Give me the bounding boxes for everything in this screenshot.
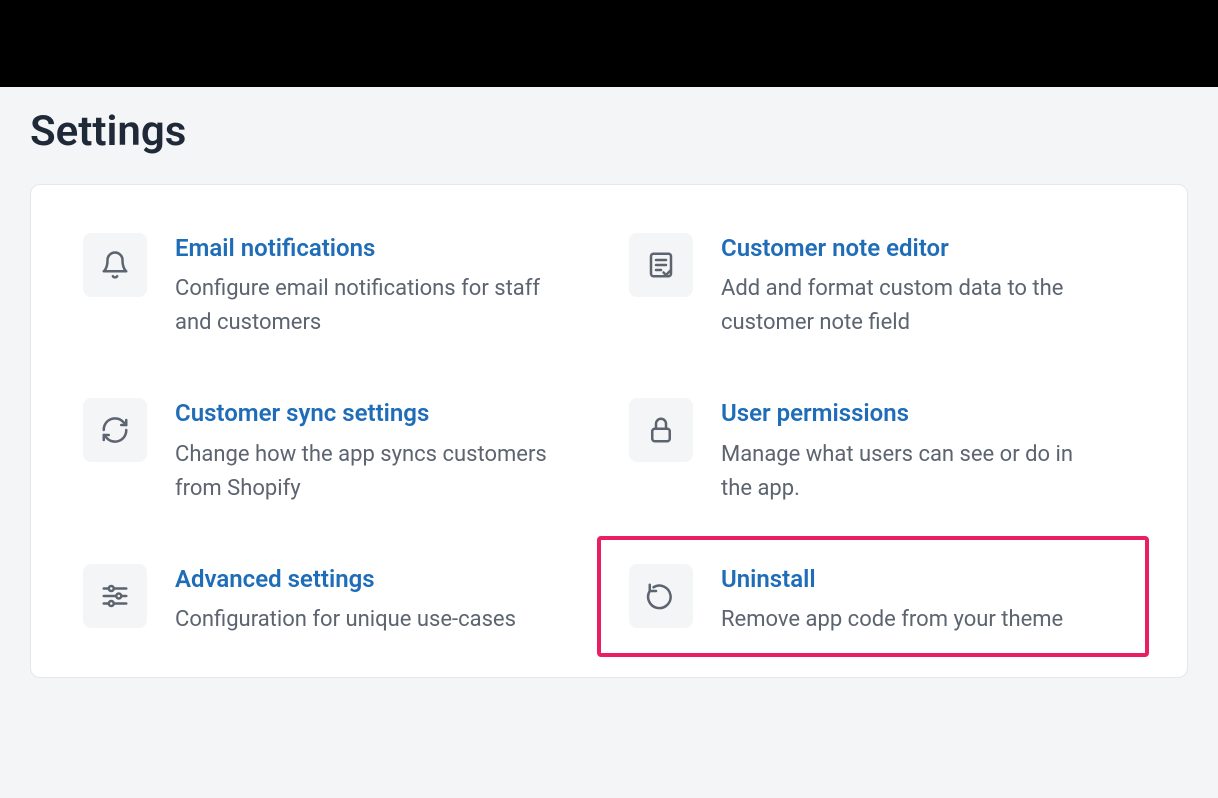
sync-icon [83, 398, 147, 462]
setting-text: Email notifications Configure email noti… [175, 233, 555, 340]
page-title: Settings [30, 107, 1188, 156]
setting-text: Uninstall Remove app code from your them… [721, 564, 1063, 637]
bell-icon [83, 233, 147, 297]
top-bar [0, 0, 1218, 87]
setting-desc: Configuration for unique use-cases [175, 603, 516, 637]
setting-desc: Change how the app syncs customers from … [175, 438, 555, 506]
settings-page: Settings Email notifications Configure e… [0, 87, 1218, 698]
settings-grid: Email notifications Configure email noti… [83, 233, 1135, 637]
settings-card: Email notifications Configure email noti… [30, 184, 1188, 678]
setting-email-notifications[interactable]: Email notifications Configure email noti… [83, 233, 589, 340]
setting-title: Customer sync settings [175, 398, 555, 429]
sliders-icon [83, 564, 147, 628]
setting-text: Advanced settings Configuration for uniq… [175, 564, 516, 637]
setting-user-permissions[interactable]: User permissions Manage what users can s… [629, 398, 1135, 505]
note-icon [629, 233, 693, 297]
setting-desc: Remove app code from your theme [721, 603, 1063, 637]
setting-text: Customer sync settings Change how the ap… [175, 398, 555, 505]
setting-desc: Manage what users can see or do in the a… [721, 438, 1101, 506]
setting-advanced[interactable]: Advanced settings Configuration for uniq… [83, 564, 589, 637]
lock-icon [629, 398, 693, 462]
setting-customer-sync[interactable]: Customer sync settings Change how the ap… [83, 398, 589, 505]
setting-text: Customer note editor Add and format cust… [721, 233, 1101, 340]
undo-icon [629, 564, 693, 628]
setting-title: Email notifications [175, 233, 555, 264]
setting-title: Advanced settings [175, 564, 516, 595]
setting-title: Uninstall [721, 564, 1063, 595]
setting-customer-note-editor[interactable]: Customer note editor Add and format cust… [629, 233, 1135, 340]
setting-text: User permissions Manage what users can s… [721, 398, 1101, 505]
setting-desc: Configure email notifications for staff … [175, 272, 555, 340]
highlight-box: Uninstall Remove app code from your them… [597, 536, 1149, 657]
setting-desc: Add and format custom data to the custom… [721, 272, 1101, 340]
setting-uninstall[interactable]: Uninstall Remove app code from your them… [629, 564, 1135, 637]
setting-title: Customer note editor [721, 233, 1101, 264]
setting-title: User permissions [721, 398, 1101, 429]
